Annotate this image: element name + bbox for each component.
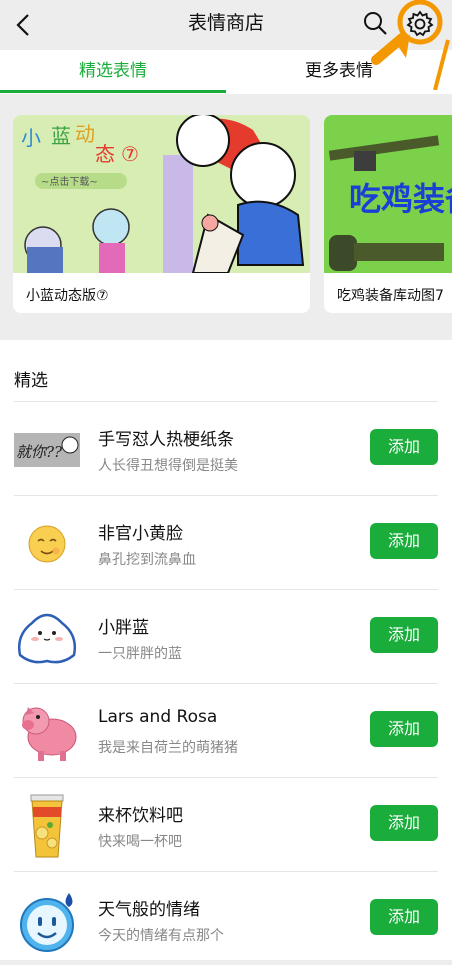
tab-bar: 精选表情 更多表情 — [0, 50, 452, 94]
item-name: 来杯饮料吧 — [98, 806, 183, 826]
banner-label: 吃鸡装备库动图7 — [337, 288, 444, 304]
list-item[interactable]: 来杯饮料吧 快来喝一杯吧 添加 — [0, 777, 452, 871]
add-button[interactable]: 添加 — [370, 899, 438, 935]
banner-label: 小蓝动态版⑦ — [26, 288, 109, 304]
art-text-1: 小 — [21, 126, 41, 150]
yellow-face-icon — [28, 525, 66, 563]
art-text-2: 蓝 — [51, 124, 71, 148]
section-title: 精选 — [14, 371, 48, 391]
pink-pig-icon — [22, 707, 77, 761]
art-weapons-text: 吃鸡装备 — [349, 180, 452, 218]
search-icon[interactable] — [361, 9, 389, 37]
item-name: 天气般的情绪 — [98, 900, 200, 920]
drink-cup-icon — [30, 794, 64, 858]
item-desc: 人长得丑想得倒是挺美 — [98, 458, 238, 474]
add-button[interactable]: 添加 — [370, 429, 438, 465]
item-name: 手写怼人热梗纸条 — [98, 430, 234, 450]
banner-carousel[interactable]: 小 蓝 动 态 ⑦ ~点击下载~ 小蓝动态版⑦ 吃鸡装备 吃鸡装备库动图7 — [0, 94, 452, 340]
blue-weather-face-icon — [20, 893, 74, 952]
list-item[interactable]: 就你?? 手写怼人热梗纸条 人长得丑想得倒是挺美 添加 — [0, 401, 452, 495]
list-item[interactable]: 天气般的情绪 今天的情绪有点那个 添加 — [0, 871, 452, 965]
banner-image-xiaolan: 小 蓝 动 态 ⑦ ~点击下载~ — [13, 115, 310, 273]
tab-more[interactable]: 更多表情 — [226, 50, 452, 92]
item-desc: 鼻孔挖到流鼻血 — [98, 552, 196, 568]
list-item[interactable]: 非官小黄脸 鼻孔挖到流鼻血 添加 — [0, 495, 452, 589]
item-desc: 今天的情绪有点那个 — [98, 928, 224, 944]
banner-image-weapons: 吃鸡装备 — [324, 115, 452, 273]
item-desc: 我是来自荷兰的萌猪猪 — [98, 740, 238, 756]
item-desc: 快来喝一杯吧 — [98, 834, 182, 850]
add-button[interactable]: 添加 — [370, 805, 438, 841]
svg-text:就你??: 就你?? — [16, 443, 63, 461]
handwritten-note-icon: 就你?? — [14, 433, 80, 467]
featured-list: 精选 就你?? 手写怼人热梗纸条 人长得丑想得倒是挺美 添加 非官小黄脸 鼻孔挖… — [0, 340, 452, 960]
add-button[interactable]: 添加 — [370, 617, 438, 653]
tab-indicator — [0, 90, 226, 93]
banner-card[interactable]: 吃鸡装备 吃鸡装备库动图7 — [324, 115, 452, 313]
art-text-3: 动 — [75, 122, 95, 146]
list-item[interactable]: 小胖蓝 一只胖胖的蓝 添加 — [0, 589, 452, 683]
art-text-4: 态 — [95, 142, 115, 166]
art-text-5: ⑦ — [121, 142, 139, 166]
banner-card[interactable]: 小 蓝 动 态 ⑦ ~点击下载~ 小蓝动态版⑦ — [13, 115, 310, 313]
gear-icon[interactable] — [404, 8, 436, 40]
add-button[interactable]: 添加 — [370, 711, 438, 747]
art-subtext: ~点击下载~ — [41, 176, 98, 188]
tab-featured[interactable]: 精选表情 — [0, 50, 226, 92]
nav-bar: 表情商店 — [0, 0, 452, 50]
item-name: 非官小黄脸 — [98, 524, 183, 544]
add-button[interactable]: 添加 — [370, 523, 438, 559]
item-name: Lars and Rosa — [98, 707, 218, 727]
chubby-blue-icon — [18, 613, 76, 664]
list-item[interactable]: Lars and Rosa 我是来自荷兰的萌猪猪 添加 — [0, 683, 452, 777]
item-name: 小胖蓝 — [98, 618, 149, 638]
item-desc: 一只胖胖的蓝 — [98, 646, 182, 662]
